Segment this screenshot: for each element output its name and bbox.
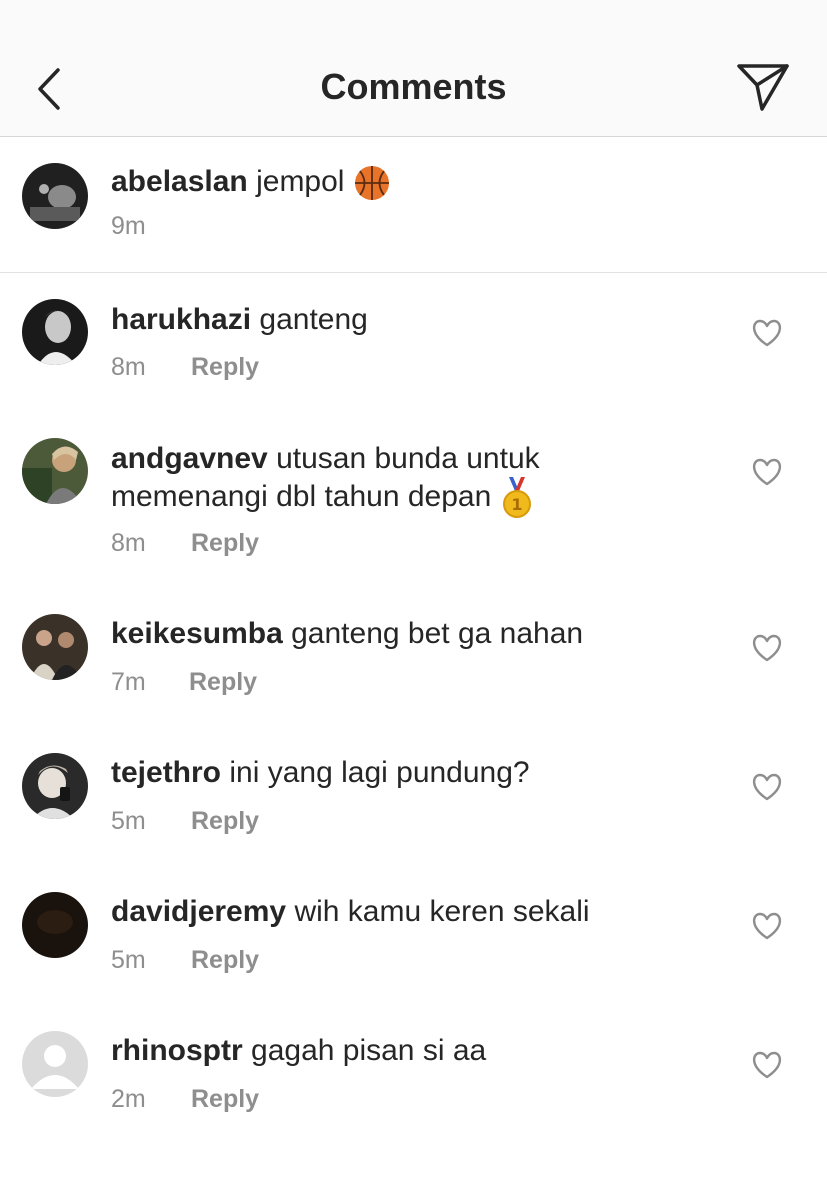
comment-username[interactable]: abelaslan [111,165,248,198]
comment-text: wih kamu keren sekali [294,895,590,928]
comment-username[interactable]: davidjeremy [111,895,286,928]
heart-icon[interactable] [751,911,783,941]
basketball-icon [354,166,389,201]
comment-time: 5m [111,946,146,974]
comment-text: gagah pisan si aa [251,1034,487,1067]
reply-button[interactable]: Reply [191,806,259,836]
comment-text: ini yang lagi pundung? [229,756,530,789]
comment-time: 7m [111,668,146,696]
comment-time: 5m [111,807,146,835]
comment-text-continued: memenangi dbl tahun depan [111,479,492,513]
comment-text: jempol [256,165,345,198]
avatar[interactable] [22,1031,88,1097]
gold-medal-icon: 1 [502,477,531,518]
avatar[interactable] [22,753,88,819]
page-title: Comments [320,66,507,107]
comment-time: 9m [111,212,146,240]
heart-icon[interactable] [751,457,783,487]
reply-button[interactable]: Reply [191,528,259,558]
comment-username[interactable]: tejethro [111,756,221,789]
avatar[interactable] [22,438,88,504]
reply-button[interactable]: Reply [191,945,259,975]
comment-time: 8m [111,529,146,557]
heart-icon[interactable] [751,318,783,348]
avatar[interactable] [22,299,88,365]
heart-icon[interactable] [751,633,783,663]
avatar[interactable] [22,163,88,229]
comment-username[interactable]: keikesumba [111,617,283,650]
send-direct-icon[interactable] [734,60,792,114]
reply-button[interactable]: Reply [189,667,257,697]
comment-username[interactable]: andgavnev [111,442,268,475]
avatar[interactable] [22,614,88,680]
comment-time: 8m [111,353,146,381]
comment-username[interactable]: rhinosptr [111,1034,243,1067]
svg-text:1: 1 [511,495,522,514]
header-bar: Comments [0,0,827,137]
comment-text: ganteng [259,303,368,336]
reply-button[interactable]: Reply [191,352,259,382]
post-caption: abelaslan jempol 9m [0,137,827,273]
comment-text: ganteng bet ga nahan [291,617,584,650]
avatar[interactable] [22,892,88,958]
reply-button[interactable]: Reply [191,1084,259,1114]
heart-icon[interactable] [751,1050,783,1080]
comment-username[interactable]: harukhazi [111,303,251,336]
heart-icon[interactable] [751,772,783,802]
comment-text: utusan bunda untuk [276,442,540,475]
comment-time: 2m [111,1085,146,1113]
